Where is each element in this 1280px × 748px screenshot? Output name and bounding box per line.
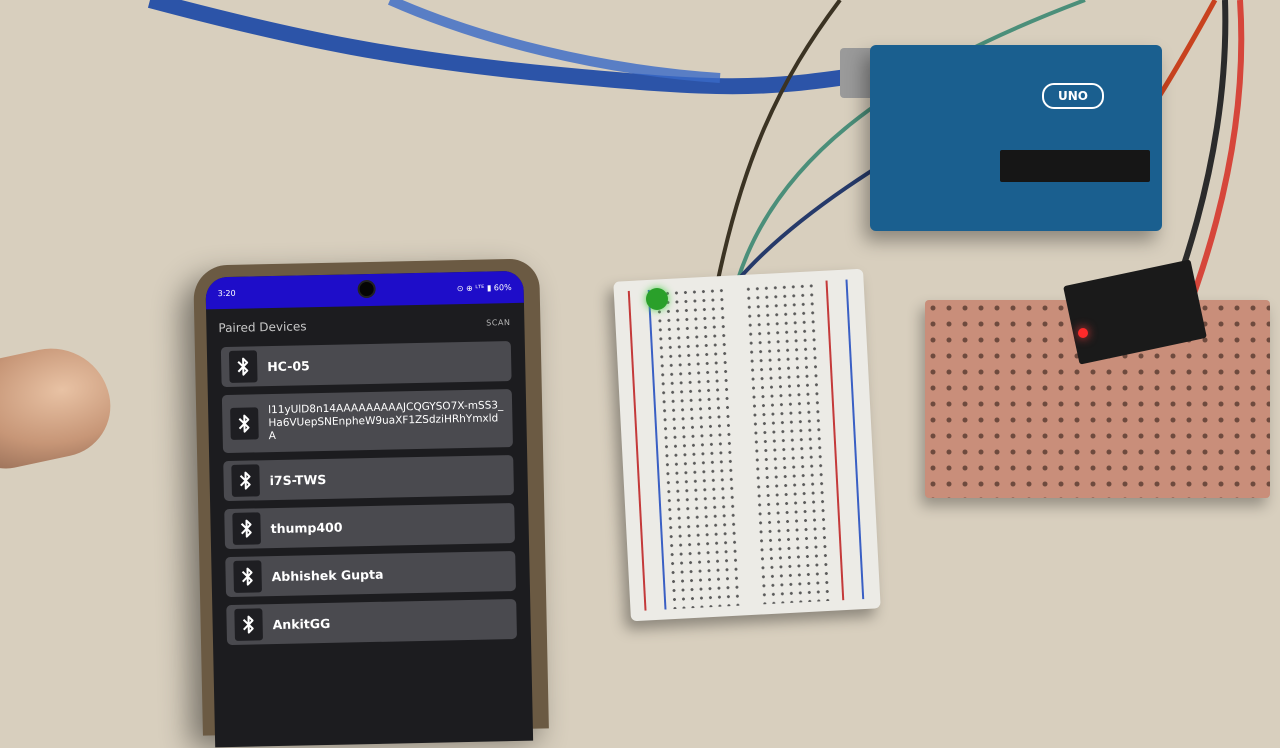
- phone: 3:20 ⊙ ⊕ ᴸᵀᴱ ▮ 60% Paired Devices SCAN H…: [193, 258, 549, 748]
- blue-rail-right: [845, 279, 865, 600]
- bluetooth-icon: [234, 608, 263, 641]
- device-name: AnkitGG: [272, 615, 331, 632]
- red-rail: [627, 290, 647, 611]
- photo-scene: UNO 3:20 ⊙ ⊕ ᴸᵀᴱ ▮ 60% Paired Devices SC…: [0, 0, 1280, 748]
- status-bar: 3:20 ⊙ ⊕ ᴸᵀᴱ ▮ 60%: [205, 270, 524, 310]
- status-time: 3:20: [217, 288, 236, 298]
- phone-screen: 3:20 ⊙ ⊕ ᴸᵀᴱ ▮ 60% Paired Devices SCAN H…: [205, 270, 534, 748]
- bluetooth-icon: [228, 350, 258, 383]
- bluetooth-icon: [231, 464, 260, 497]
- device-name: Abhishek Gupta: [271, 566, 384, 584]
- microcontroller-chip: [1000, 150, 1150, 182]
- device-name: l11yUlD8n14AAAAAAAAAJCQGYSO7X-mSS3_Ha6VU…: [268, 398, 504, 442]
- status-icons: ⊙ ⊕ ᴸᵀᴱ ▮ 60%: [456, 282, 512, 293]
- page-title: Paired Devices: [218, 319, 307, 336]
- arduino-board: [870, 45, 1162, 231]
- bluetooth-icon: [232, 512, 261, 545]
- device-name: thump400: [270, 519, 343, 536]
- red-rail-right: [825, 280, 845, 601]
- breadboard: [613, 268, 881, 622]
- green-led: [646, 288, 668, 310]
- hole-grid-right: [743, 281, 831, 605]
- device-item-thump400[interactable]: thump400: [224, 503, 515, 550]
- device-item-i7s-tws[interactable]: i7S-TWS: [223, 455, 514, 502]
- hole-grid-left: [653, 286, 741, 610]
- device-item-abhishek-gupta[interactable]: Abhishek Gupta: [225, 550, 517, 598]
- device-item-long-id[interactable]: l11yUlD8n14AAAAAAAAAJCQGYSO7X-mSS3_Ha6VU…: [221, 389, 513, 454]
- device-item-hc05[interactable]: HC-05: [220, 341, 512, 388]
- device-list: HC-05 l11yUlD8n14AAAAAAAAAJCQGYSO7X-mSS3…: [207, 341, 531, 646]
- front-camera: [357, 279, 376, 299]
- board-logo: UNO: [1042, 83, 1104, 109]
- device-item-ankitgg[interactable]: AnkitGG: [226, 598, 518, 646]
- scan-button[interactable]: SCAN: [486, 318, 510, 328]
- bluetooth-icon: [233, 560, 262, 593]
- module-red-led: [1078, 328, 1088, 338]
- device-name: i7S-TWS: [269, 471, 327, 488]
- device-name: HC-05: [267, 357, 310, 374]
- app-bar: Paired Devices SCAN: [206, 303, 525, 348]
- bluetooth-icon: [230, 407, 259, 440]
